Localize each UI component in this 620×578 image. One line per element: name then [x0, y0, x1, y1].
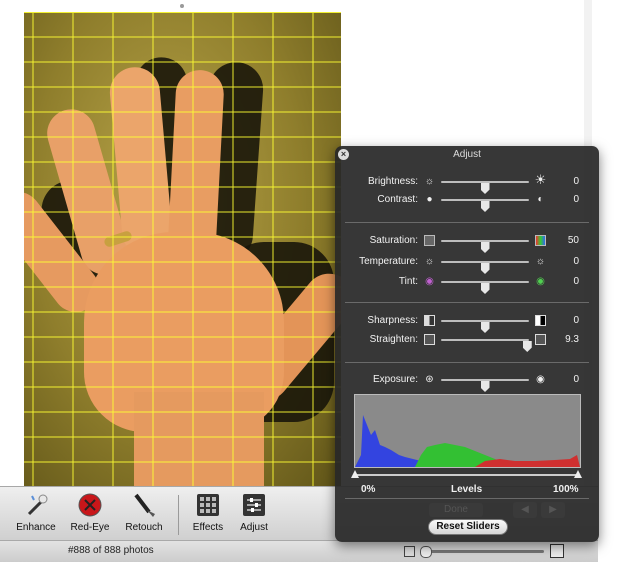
- effects-grid-icon: [193, 491, 223, 519]
- status-bar: #888 of 888 photos: [0, 540, 598, 563]
- brightness-row: Brightness: ☼ ☀ 0: [335, 171, 599, 194]
- temperature-label: Temperature:: [359, 256, 418, 267]
- levels-max-label: 100%: [553, 484, 579, 495]
- sun-small-icon: ☼: [424, 176, 435, 187]
- sharpness-slider[interactable]: [441, 320, 529, 333]
- page-footer: [0, 562, 620, 578]
- brightness-label: Brightness:: [367, 176, 418, 187]
- sun-large-icon: ☀: [534, 171, 547, 187]
- panel-title: Adjust: [453, 149, 481, 160]
- large-thumbnail-icon[interactable]: [550, 544, 564, 558]
- exposure-value: 0: [573, 374, 579, 385]
- green-icon: ◉: [536, 276, 545, 287]
- red-eye-icon: [75, 491, 105, 519]
- saturation-label: Saturation:: [369, 235, 418, 246]
- contrast-label: Contrast:: [377, 194, 418, 205]
- divider: [345, 498, 589, 499]
- tint-slider[interactable]: [441, 281, 529, 294]
- levels-black-point-handle[interactable]: [351, 470, 359, 478]
- retouch-button[interactable]: Retouch: [122, 491, 166, 533]
- sharpness-row: Sharpness: 0: [335, 313, 599, 333]
- toolbar-divider: [178, 495, 179, 535]
- sharp-icon: [535, 315, 546, 326]
- photo-count: #888 of 888 photos: [68, 545, 154, 556]
- saturation-high-icon: [535, 235, 546, 246]
- adjust-panel: × Adjust Brightness: ☼ ☀ 0 Contrast: ● ◐…: [335, 146, 599, 542]
- enhance-button[interactable]: Enhance: [14, 491, 58, 533]
- sharpness-label: Sharpness:: [367, 315, 418, 326]
- divider: [345, 222, 589, 223]
- retouch-label: Retouch: [125, 522, 163, 533]
- adjust-button[interactable]: Adjust: [232, 491, 276, 533]
- saturation-row: Saturation: 50: [335, 233, 599, 253]
- rotate-left-icon: [424, 334, 435, 345]
- magic-wand-icon: [21, 491, 51, 519]
- exposure-knob[interactable]: [480, 381, 490, 392]
- temperature-row: Temperature: ☼ ☼ 0: [335, 254, 599, 274]
- tint-label: Tint:: [398, 276, 418, 287]
- effects-button[interactable]: Effects: [186, 491, 230, 533]
- levels-histogram: [354, 394, 581, 468]
- adjust-sliders-icon: [239, 491, 269, 519]
- straighten-value: 9.3: [565, 334, 579, 345]
- levels-title: Levels: [451, 484, 483, 495]
- blur-icon: [424, 315, 435, 326]
- exposure-slider[interactable]: [441, 379, 529, 392]
- straighten-label: Straighten:: [369, 334, 418, 345]
- adjust-label: Adjust: [240, 522, 268, 533]
- contrast-high-icon: ◐: [537, 194, 544, 205]
- tint-row: Tint: ◉ ◉ 0: [335, 274, 599, 294]
- exposure-label: Exposure:: [372, 374, 418, 385]
- enhance-label: Enhance: [16, 522, 56, 533]
- temperature-slider[interactable]: [441, 261, 529, 274]
- aperture-icon: ⊛: [425, 374, 434, 385]
- resize-handle-icon[interactable]: [180, 4, 184, 8]
- cool-icon: ☼: [424, 256, 435, 267]
- small-thumbnail-icon[interactable]: [404, 546, 415, 557]
- red-eye-label: Red-Eye: [70, 522, 110, 533]
- saturation-value: 50: [567, 235, 579, 246]
- contrast-value: 0: [573, 194, 579, 205]
- effects-label: Effects: [192, 522, 224, 533]
- contrast-slider[interactable]: [441, 199, 529, 212]
- warm-icon: ☼: [535, 256, 546, 267]
- exposure-row: Exposure: ⊛ ◉ 0: [335, 372, 599, 392]
- straighten-knob[interactable]: [522, 341, 532, 352]
- sharpness-value: 0: [573, 315, 579, 326]
- contrast-knob[interactable]: [480, 201, 490, 212]
- saturation-knob[interactable]: [480, 242, 490, 253]
- zoom-slider-knob[interactable]: [420, 546, 432, 558]
- levels-white-point-handle[interactable]: [574, 470, 582, 478]
- zoom-slider[interactable]: [422, 550, 544, 553]
- magenta-icon: ◉: [425, 276, 434, 287]
- saturation-slider[interactable]: [441, 240, 529, 253]
- divider: [345, 302, 589, 303]
- levels-track[interactable]: [354, 474, 579, 476]
- brush-icon: [129, 491, 159, 519]
- temperature-value: 0: [573, 256, 579, 267]
- reset-sliders-button[interactable]: Reset Sliders: [428, 519, 508, 535]
- levels-min-label: 0%: [361, 484, 376, 495]
- straighten-grid: [24, 12, 341, 486]
- tint-value: 0: [573, 276, 579, 287]
- rotate-right-icon: [535, 334, 546, 345]
- divider: [345, 362, 589, 363]
- temperature-knob[interactable]: [480, 263, 490, 274]
- brightness-slider[interactable]: [441, 181, 529, 194]
- red-eye-button[interactable]: Red-Eye: [68, 491, 112, 533]
- contrast-row: Contrast: ● ◐ 0: [335, 192, 599, 212]
- straighten-row: Straighten: 9.3: [335, 332, 599, 352]
- contrast-low-icon: ●: [426, 194, 433, 205]
- previous-arrow-icon[interactable]: ◀: [513, 502, 537, 518]
- done-button[interactable]: Done: [429, 503, 483, 517]
- saturation-low-icon: [424, 235, 435, 246]
- straighten-slider[interactable]: [441, 339, 532, 352]
- exposure-high-icon: ◉: [536, 374, 545, 385]
- next-arrow-icon[interactable]: ▶: [541, 502, 565, 518]
- brightness-value: 0: [573, 176, 579, 187]
- tint-knob[interactable]: [480, 283, 490, 294]
